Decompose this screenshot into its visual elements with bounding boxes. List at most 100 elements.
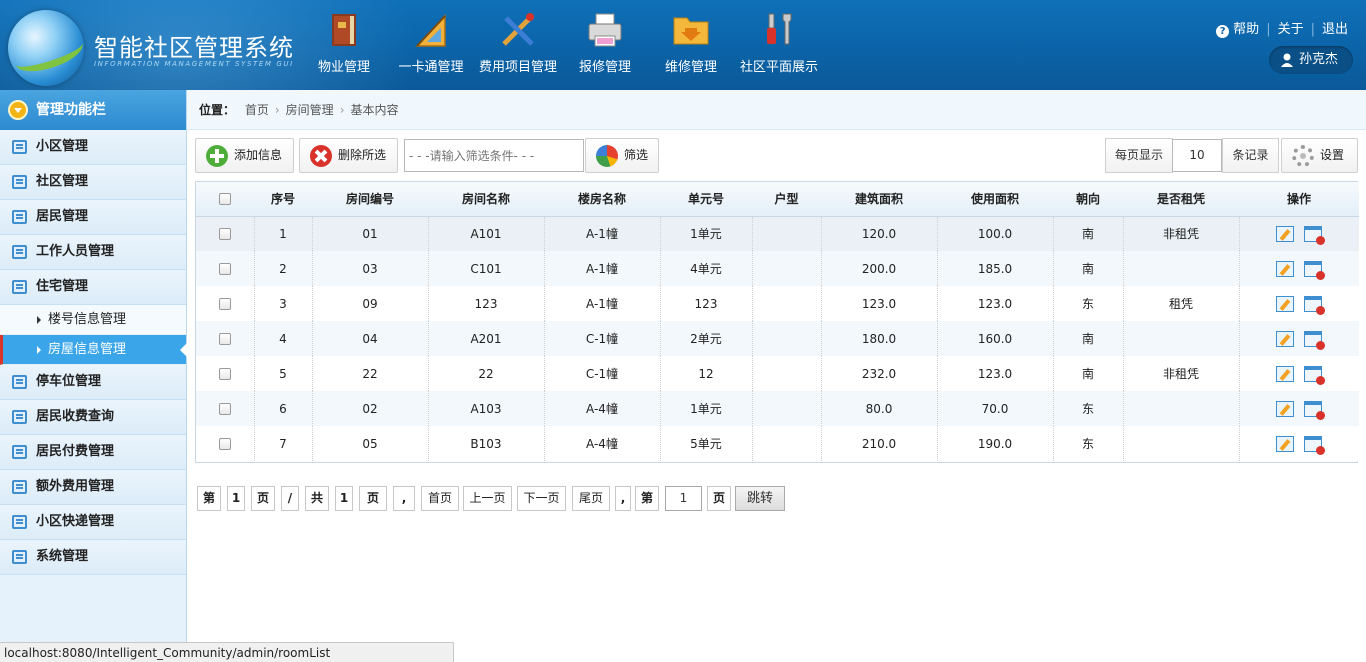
sidebar-item-payment[interactable]: 居民付费管理 [0,435,186,470]
table-cell: 123.0 [936,286,1053,321]
logout-link[interactable]: 退出 [1322,18,1348,37]
select-all-checkbox[interactable] [219,193,231,206]
row-checkbox[interactable] [218,438,231,450]
first-page-button[interactable]: 首页 [421,486,459,511]
jump-button[interactable]: 跳转 [735,486,785,511]
filter-button[interactable]: 筛选 [585,138,659,173]
table-row[interactable]: 5 22 22 C-1幢 12 232.0 123.0 南非租凭 [196,356,1359,391]
delete-selected-button[interactable]: 删除所选 [299,138,398,173]
filter-input[interactable] [404,139,584,172]
delete-row-icon[interactable] [1304,225,1326,245]
table-cell: 190.0 [936,426,1053,461]
nav-fee-items[interactable]: 费用项目管理 [474,10,562,82]
column-header: 是否租凭 [1123,182,1239,217]
divider: | [1266,22,1271,37]
edit-icon[interactable] [1276,365,1295,382]
delete-row-icon[interactable] [1304,330,1326,350]
sidebar-item-residents[interactable]: 居民管理 [0,200,186,235]
nav-repair-report[interactable]: 报修管理 [574,10,636,82]
table-cell: 09 [311,286,428,321]
breadcrumb-home[interactable]: 首页 [245,103,269,117]
delete-row-icon[interactable] [1304,435,1326,455]
table-cell [751,286,821,321]
table-cell: 东 [1052,426,1123,461]
edit-icon[interactable] [1276,295,1295,312]
delete-row-icon[interactable] [1304,295,1326,315]
pager-slash: / [281,486,299,511]
table-cell: 05 [311,426,428,461]
row-checkbox[interactable] [218,368,231,380]
delete-row-icon[interactable] [1304,260,1326,280]
row-checkbox[interactable] [218,403,231,415]
edit-icon[interactable] [1276,400,1295,417]
jump-page-input[interactable]: 1 [665,486,702,511]
sidebar-item-housing[interactable]: 住宅管理 [0,270,186,305]
edit-icon[interactable] [1276,330,1295,347]
column-header: 操作 [1239,182,1359,217]
sidebar-item-fee-query[interactable]: 居民收费查询 [0,400,186,435]
per-page-input[interactable]: 10 [1172,139,1222,172]
nav-property-management[interactable]: 物业管理 [314,10,374,82]
table-row[interactable]: 6 02 A103 A-4幢 1单元 80.0 70.0 东 [196,391,1359,426]
sidebar-item-community[interactable]: 社区管理 [0,165,186,200]
per-page-label: 每页显示 [1105,138,1173,173]
table-cell: 12 [659,356,752,391]
folder-download-icon [673,17,709,45]
nav-card-management[interactable]: 一卡通管理 [394,10,468,82]
sidebar-item-system[interactable]: 系统管理 [0,540,186,575]
table-cell [751,356,821,391]
table-cell: 租凭 [1122,286,1239,321]
table-row[interactable]: 3 09 123 A-1幢 123 123.0 123.0 东租凭 [196,286,1359,321]
breadcrumb-room-management[interactable]: 房间管理 [286,103,334,117]
nav-maintenance[interactable]: 维修管理 [660,10,722,82]
sidebar-item-label: 居民收费查询 [36,409,115,424]
row-select-cell [196,286,254,321]
next-page-button[interactable]: 下一页 [517,486,566,511]
user-badge[interactable]: 孙克杰 [1269,46,1353,74]
table-cell: 180.0 [820,321,937,356]
table-cell: 02 [311,391,428,426]
table-row[interactable]: 2 03 C101 A-1幢 4单元 200.0 185.0 南 [196,251,1359,286]
row-checkbox[interactable] [218,228,231,241]
table-cell: 南 [1052,356,1123,391]
pager-di: 第 [197,486,221,511]
delete-row-icon[interactable] [1304,400,1326,420]
edit-icon[interactable] [1276,435,1295,452]
nav-community-map[interactable]: 社区平面展示 [734,10,824,82]
help-link[interactable]: ? 帮助 [1216,18,1259,38]
row-actions [1238,356,1359,391]
table-cell: 4单元 [659,251,752,286]
table-cell: A103 [427,391,544,426]
sidebar-subitem-room-info[interactable]: 房屋信息管理 [0,335,187,365]
sidebar-item-community-area[interactable]: 小区管理 [0,130,186,165]
about-link[interactable]: 关于 [1278,18,1304,37]
prev-page-button[interactable]: 上一页 [463,486,512,511]
pager-di2: 第 [635,486,659,511]
last-page-button[interactable]: 尾页 [572,486,610,511]
app-title: 智能社区管理系统 [94,34,294,62]
sidebar-item-parking[interactable]: 停车位管理 [0,365,186,400]
table-row[interactable]: 4 04 A201 C-1幢 2单元 180.0 160.0 南 [196,321,1359,356]
row-checkbox[interactable] [218,333,231,345]
settings-label: 设置 [1320,148,1345,162]
edit-icon[interactable] [1276,260,1295,277]
row-checkbox[interactable] [218,263,231,275]
row-actions [1238,321,1359,356]
add-button[interactable]: 添加信息 [195,138,294,173]
table-cell: A-1幢 [543,216,660,251]
sidebar-item-staff[interactable]: 工作人员管理 [0,235,186,270]
sidebar-subitem-building-info[interactable]: 楼号信息管理 [0,305,186,335]
settings-button[interactable]: 设置 [1281,138,1358,173]
sidebar-item-extra-fees[interactable]: 额外费用管理 [0,470,186,505]
sidebar-item-express[interactable]: 小区快递管理 [0,505,186,540]
calendar-icon [12,280,27,294]
table-row[interactable]: 7 05 B103 A-4幢 5单元 210.0 190.0 东 [196,426,1359,461]
edit-icon[interactable] [1276,225,1295,242]
table-row[interactable]: 1 01 A101 A-1幢 1单元 120.0 100.0 南非租凭 [196,216,1359,251]
sidebar-header[interactable]: 管理功能栏 [0,90,186,130]
calendar-icon [12,480,27,494]
table-cell [751,321,821,356]
delete-row-icon[interactable] [1304,365,1326,385]
row-checkbox[interactable] [218,298,231,310]
table-cell: 232.0 [820,356,937,391]
